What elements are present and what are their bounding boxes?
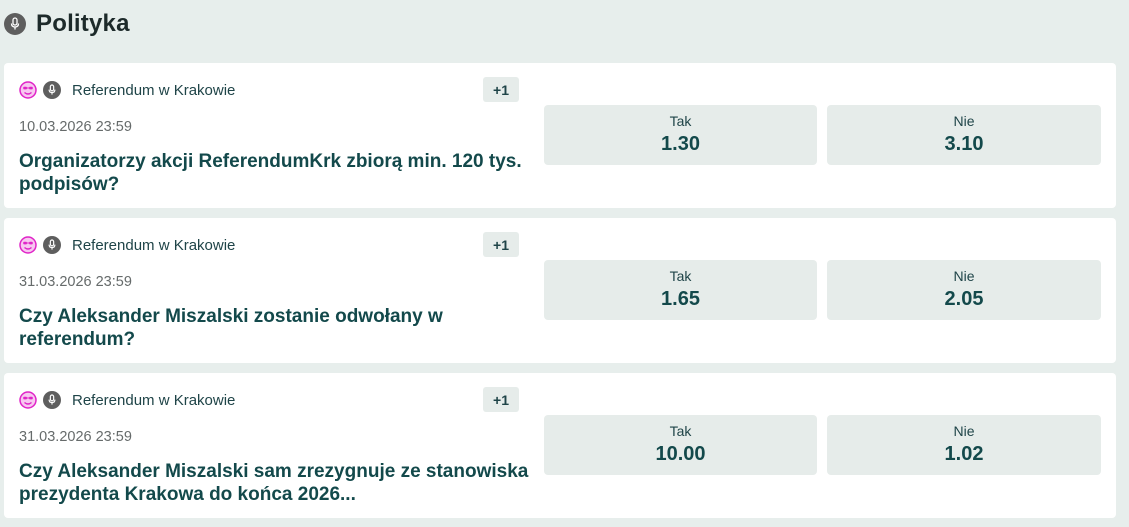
odds-value: 3.10 [944, 133, 984, 155]
more-markets-badge[interactable]: +1 [483, 77, 519, 102]
market-date: 10.03.2026 23:59 [19, 119, 132, 135]
market-date: 31.03.2026 23:59 [19, 274, 132, 290]
odds-value: 1.65 [661, 288, 700, 310]
market-question[interactable]: Organizatorzy akcji ReferendumKrk zbiorą… [19, 150, 529, 196]
emoji-face-icon [19, 81, 37, 99]
odds-label: Tak [669, 113, 692, 129]
odds-label: Nie [953, 423, 975, 439]
market-question[interactable]: Czy Aleksander Miszalski sam zrezygnuje … [19, 460, 529, 506]
odds-button-yes[interactable]: Tak 1.65 [544, 260, 817, 320]
market-card[interactable]: Referendum w Krakowie +1 31.03.2026 23:5… [4, 373, 1116, 518]
market-meta: Referendum w Krakowie [19, 78, 519, 102]
odds-button-no[interactable]: Nie 3.10 [827, 105, 1101, 165]
market-card[interactable]: Referendum w Krakowie +1 31.03.2026 23:5… [4, 218, 1116, 363]
odds-label: Tak [669, 423, 692, 439]
odds-button-yes[interactable]: Tak 1.30 [544, 105, 817, 165]
odds-label: Nie [953, 113, 975, 129]
emoji-face-icon [19, 391, 37, 409]
more-markets-badge[interactable]: +1 [483, 232, 519, 257]
market-category[interactable]: Referendum w Krakowie [72, 237, 235, 254]
market-category[interactable]: Referendum w Krakowie [72, 82, 235, 99]
odds-value: 1.30 [661, 133, 700, 155]
odds-label: Nie [953, 268, 975, 284]
market-card[interactable]: Referendum w Krakowie +1 10.03.2026 23:5… [4, 63, 1116, 208]
market-meta: Referendum w Krakowie [19, 388, 519, 412]
odds-button-no[interactable]: Nie 2.05 [827, 260, 1101, 320]
microphone-icon [4, 13, 26, 35]
market-date: 31.03.2026 23:59 [19, 429, 132, 445]
microphone-icon [43, 81, 61, 99]
emoji-face-icon [19, 236, 37, 254]
section-header: Polityka [4, 10, 130, 38]
odds-value: 2.05 [944, 288, 984, 310]
odds-value: 1.02 [944, 443, 984, 465]
microphone-icon [43, 391, 61, 409]
odds-button-yes[interactable]: Tak 10.00 [544, 415, 817, 475]
microphone-icon [43, 236, 61, 254]
odds-label: Tak [669, 268, 692, 284]
section-title: Polityka [36, 10, 130, 37]
market-meta: Referendum w Krakowie [19, 233, 519, 257]
odds-value: 10.00 [655, 443, 706, 465]
more-markets-badge[interactable]: +1 [483, 387, 519, 412]
market-category[interactable]: Referendum w Krakowie [72, 392, 235, 409]
odds-button-no[interactable]: Nie 1.02 [827, 415, 1101, 475]
market-question[interactable]: Czy Aleksander Miszalski zostanie odwoła… [19, 305, 529, 351]
